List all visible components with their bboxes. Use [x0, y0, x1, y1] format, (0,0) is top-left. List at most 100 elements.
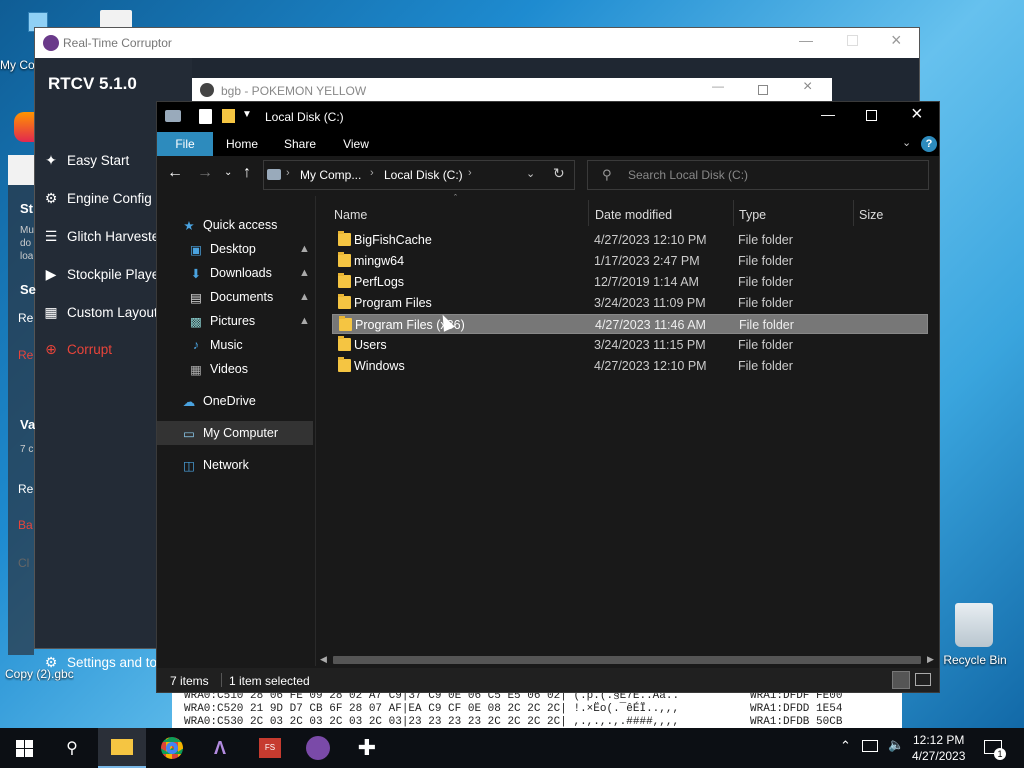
- file-row[interactable]: BigFishCache 4/27/2023 12:10 PM File fol…: [332, 230, 928, 250]
- column-type[interactable]: Type: [739, 200, 849, 230]
- column-divider[interactable]: [853, 200, 854, 226]
- music-icon: ♪: [192, 338, 200, 352]
- maximize-button[interactable]: [847, 35, 858, 46]
- nav-item-network[interactable]: ◫ Network: [157, 453, 313, 477]
- nav-item-quick-access[interactable]: ★ Quick access: [157, 213, 313, 237]
- nav-item-videos[interactable]: ▦ Videos: [157, 357, 313, 381]
- file-row[interactable]: Users 3/24/2023 11:15 PM File folder: [332, 335, 928, 355]
- play-icon: ▶: [45, 265, 57, 282]
- hex-line: WRA0:C530 2C 03 2C 03 2C 03 2C 03|23 23 …: [184, 716, 680, 728]
- clock-date[interactable]: 4/27/2023: [912, 749, 965, 763]
- recent-locations-icon[interactable]: ⌄: [224, 167, 232, 178]
- hex-right-line: WRA1:DFDD 1E54: [750, 703, 843, 715]
- network-tray-icon[interactable]: [862, 740, 878, 752]
- scroll-left-icon[interactable]: ◀: [320, 654, 327, 665]
- nav-item-onedrive[interactable]: ☁ OneDrive: [157, 389, 313, 413]
- tab-view[interactable]: View: [329, 132, 383, 156]
- file-explorer-window: ▼ Local Disk (C:) — × File Home Share Vi…: [156, 101, 940, 693]
- nav-item-pictures[interactable]: ▩ Pictures ▲: [157, 309, 313, 333]
- column-divider[interactable]: [588, 200, 589, 226]
- rtcv-nav-easy-start[interactable]: ✦ Easy Start: [43, 148, 129, 172]
- minimize-button[interactable]: —: [799, 32, 813, 48]
- file-row[interactable]: PerfLogs 12/7/2019 1:14 AM File folder: [332, 272, 928, 292]
- taskbar-fs-app[interactable]: FS: [246, 728, 294, 768]
- back-icon[interactable]: ←: [167, 164, 183, 182]
- file-row[interactable]: mingw64 1/17/2023 2:47 PM File folder: [332, 251, 928, 271]
- ribbon-expand-icon[interactable]: ⌄: [902, 136, 911, 149]
- maximize-button[interactable]: [758, 85, 768, 95]
- refresh-icon[interactable]: ↻: [553, 165, 565, 182]
- nav-item-downloads[interactable]: ⬇ Downloads ▲: [157, 261, 313, 285]
- folder-icon: [339, 316, 352, 331]
- properties-icon[interactable]: [199, 109, 212, 124]
- skull-icon: [306, 736, 330, 760]
- rtcv-nav-corrupt[interactable]: ⊕ Corrupt: [43, 337, 112, 361]
- nav-item-music[interactable]: ♪ Music: [157, 333, 313, 357]
- nav-item-documents[interactable]: ▤ Documents ▲: [157, 285, 313, 309]
- maximize-button[interactable]: [866, 110, 877, 121]
- file-date: 12/7/2019 1:14 AM: [594, 275, 699, 289]
- nav-item-my-computer[interactable]: ▭ My Computer: [157, 421, 313, 445]
- breadcrumb-my-computer[interactable]: My Comp...: [300, 168, 361, 182]
- bgb-app-icon: [200, 83, 214, 97]
- start-button[interactable]: [0, 728, 48, 768]
- tab-home[interactable]: Home: [213, 132, 271, 156]
- breadcrumb-local-disk[interactable]: Local Disk (C:): [384, 168, 463, 182]
- search-box[interactable]: ⚲ Search Local Disk (C:): [587, 160, 929, 190]
- recycle-bin-label: Recycle Bin: [943, 653, 1007, 667]
- help-icon[interactable]: ?: [921, 136, 937, 152]
- rtcv-nav-label: Corrupt: [67, 341, 113, 357]
- tab-file[interactable]: File: [157, 132, 213, 156]
- column-divider[interactable]: [733, 200, 734, 226]
- taskbar-bgb-app[interactable]: ✚: [343, 728, 391, 768]
- file-row[interactable]: Program Files 3/24/2023 11:09 PM File fo…: [332, 293, 928, 313]
- rtcv-nav-glitch-harvester[interactable]: ☰ Glitch Harvester: [43, 224, 164, 248]
- qat-dropdown-icon[interactable]: ▼: [242, 109, 252, 120]
- address-dropdown-icon[interactable]: ⌄: [526, 167, 535, 180]
- tray-chevron-icon[interactable]: ⌃: [840, 738, 851, 754]
- column-name[interactable]: Name: [334, 200, 584, 230]
- close-button[interactable]: ×: [803, 78, 812, 96]
- taskbar-chrome[interactable]: [148, 728, 196, 768]
- new-folder-icon[interactable]: [222, 109, 235, 123]
- rtcv-nav-stockpile-player[interactable]: ▶ Stockpile Player: [43, 262, 164, 286]
- taskbar-file-explorer[interactable]: [98, 728, 146, 768]
- large-icons-view-button[interactable]: [915, 673, 931, 686]
- scroll-right-icon[interactable]: ▶: [927, 654, 934, 665]
- rtcv-nav-label: Easy Start: [67, 152, 130, 168]
- file-name: mingw64: [354, 254, 405, 268]
- file-name: Windows: [354, 359, 405, 373]
- file-type: File folder: [738, 254, 793, 268]
- tab-share[interactable]: Share: [271, 132, 329, 156]
- file-name: Program Files: [354, 296, 432, 310]
- nav-item-desktop[interactable]: ▣ Desktop ▲: [157, 237, 313, 261]
- taskbar-rtcv-app[interactable]: Λ: [196, 728, 244, 768]
- search-button[interactable]: ⚲: [48, 728, 96, 768]
- volume-icon[interactable]: 🔈: [888, 737, 904, 753]
- forward-icon[interactable]: →: [197, 164, 213, 182]
- desktop-app-icon[interactable]: [8, 155, 34, 185]
- file-row-selected[interactable]: Program Files (x86) 4/27/2023 11:46 AM F…: [332, 314, 928, 334]
- file-row[interactable]: Windows 4/27/2023 12:10 PM File folder: [332, 356, 928, 376]
- column-size[interactable]: Size: [859, 200, 929, 230]
- bgb-window-titlebar: bgb - POKEMON YELLOW — ×: [192, 78, 832, 102]
- nav-item-label: Quick access: [203, 218, 278, 232]
- recycle-bin-icon[interactable]: [955, 603, 993, 647]
- scrollbar-thumb[interactable]: [333, 656, 921, 664]
- up-icon[interactable]: ↑: [243, 164, 251, 182]
- nav-divider: [315, 196, 316, 666]
- rtcv-nav-custom-layout[interactable]: ▦ Custom Layout: [43, 300, 157, 324]
- taskbar-corruptor-app[interactable]: [294, 728, 342, 768]
- details-view-button[interactable]: [892, 671, 910, 689]
- rtcv-nav-engine-config[interactable]: ⚙ Engine Config: [43, 186, 152, 210]
- address-bar[interactable]: › My Comp... › Local Disk (C:) › ⌄ ↻: [263, 160, 575, 190]
- column-date-modified[interactable]: Date modified: [595, 200, 735, 230]
- firefox-icon[interactable]: [14, 112, 34, 142]
- clock-time[interactable]: 12:12 PM: [913, 733, 964, 747]
- bgb-window-title: bgb - POKEMON YELLOW: [221, 84, 367, 98]
- close-button[interactable]: ×: [911, 103, 923, 126]
- minimize-button[interactable]: —: [821, 106, 835, 122]
- minimize-button[interactable]: —: [712, 79, 724, 93]
- horizontal-scrollbar[interactable]: ◀ ▶: [317, 652, 937, 668]
- close-button[interactable]: ×: [891, 30, 902, 51]
